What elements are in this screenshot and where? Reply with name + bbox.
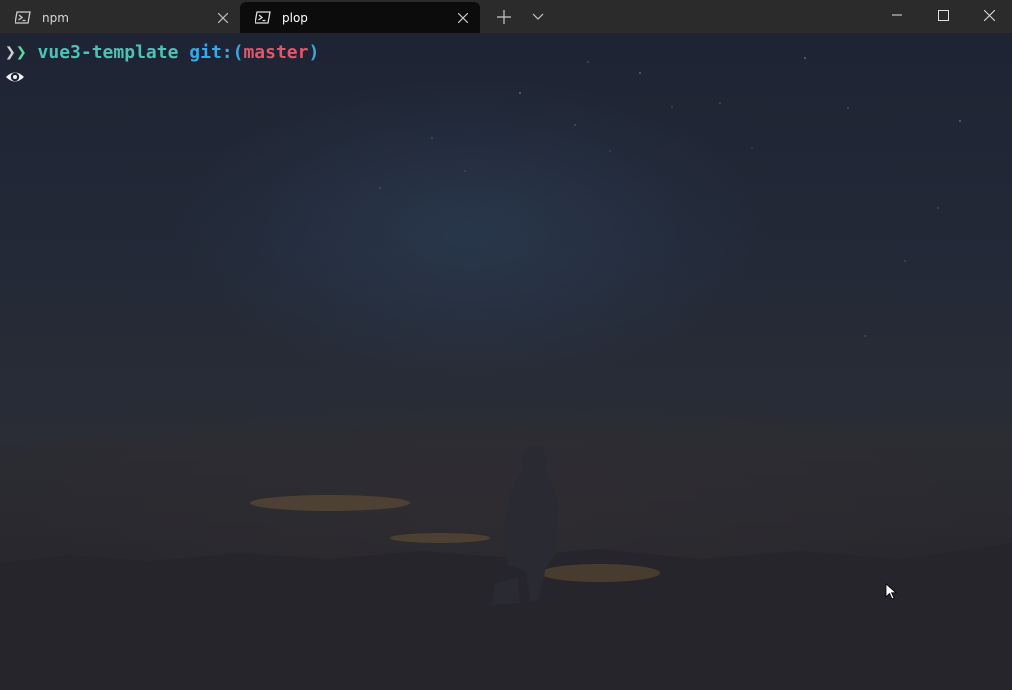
prompt-directory: vue3-template xyxy=(37,42,179,63)
eye-icon xyxy=(5,69,25,85)
window-controls xyxy=(874,0,1012,30)
plus-icon[interactable] xyxy=(487,0,521,33)
prompt-git-suffix: ) xyxy=(308,42,320,63)
background-image xyxy=(0,57,1012,690)
powershell-icon xyxy=(14,11,31,24)
prompt-chevron: ❯ xyxy=(15,42,27,63)
prompt-chevron: ❯ xyxy=(5,42,16,63)
prompt-branch: master xyxy=(243,42,309,63)
mouse-cursor-icon xyxy=(885,583,898,605)
tab-plop[interactable]: plop xyxy=(240,2,480,33)
tab-bar: npm plop xyxy=(0,0,1012,33)
tab-npm[interactable]: npm xyxy=(0,2,240,33)
close-icon[interactable] xyxy=(448,3,478,33)
prompt-git-prefix: git:( xyxy=(189,42,244,63)
terminal-window: npm plop ❯❯ vue3-template git:(master) xyxy=(0,0,1012,690)
close-icon[interactable] xyxy=(966,0,1012,30)
minimize-icon[interactable] xyxy=(874,0,920,30)
chevron-down-icon[interactable] xyxy=(521,0,555,33)
terminal-pane[interactable]: ❯❯ vue3-template git:(master) xyxy=(0,33,1012,690)
tab-label: npm xyxy=(42,10,69,25)
prompt-line: ❯❯ vue3-template git:(master) xyxy=(5,42,319,64)
powershell-icon xyxy=(254,11,271,24)
tab-label: plop xyxy=(282,10,308,25)
close-icon[interactable] xyxy=(208,3,238,33)
maximize-icon[interactable] xyxy=(920,0,966,30)
